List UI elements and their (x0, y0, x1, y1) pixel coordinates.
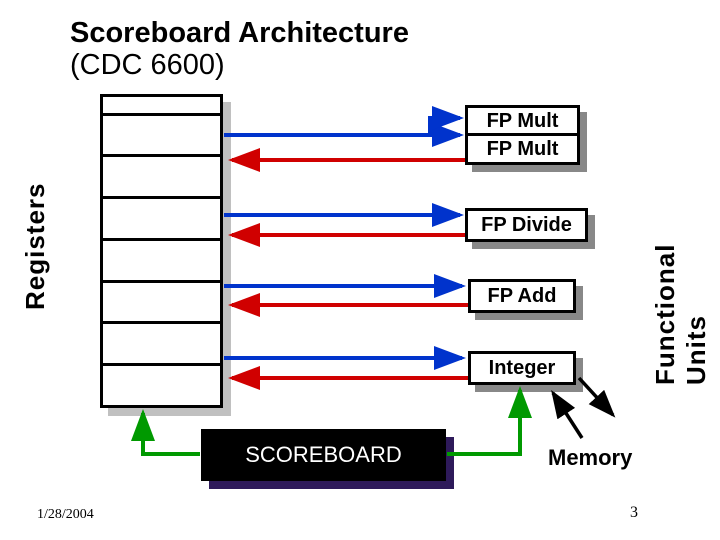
register-cell (103, 366, 220, 405)
slide-title: Scoreboard Architecture (CDC 6600) (70, 18, 409, 82)
register-cell (103, 116, 220, 158)
slide: Scoreboard Architecture (CDC 6600) Regis… (0, 0, 720, 540)
register-cell (103, 157, 220, 199)
registers-block (100, 94, 223, 408)
scoreboard-to-registers (143, 413, 200, 454)
slide-date: 1/28/2004 (37, 507, 94, 523)
fp-add-unit: FP Add (468, 279, 576, 313)
scoreboard-box: SCOREBOARD (201, 429, 446, 481)
memory-label: Memory (548, 445, 632, 471)
scoreboard-to-fus (447, 390, 520, 454)
registers-label: Registers (20, 183, 51, 311)
register-cell (103, 324, 220, 366)
register-cell (103, 283, 220, 325)
register-cell (103, 199, 220, 241)
integer-unit: Integer (468, 351, 576, 385)
functional-units-label: Functional Units (650, 244, 712, 385)
memory-to-integer (553, 393, 582, 438)
title-line2: (CDC 6600) (70, 49, 225, 81)
title-line1: Scoreboard Architecture (70, 17, 409, 49)
register-cell (103, 241, 220, 283)
integer-to-memory (579, 378, 613, 415)
page-number: 3 (630, 504, 638, 522)
elbow-to-fpmult1 (430, 118, 460, 135)
fp-divide-unit: FP Divide (465, 208, 588, 242)
register-cell (103, 97, 220, 116)
fp-mult-unit-2: FP Mult (465, 133, 580, 165)
